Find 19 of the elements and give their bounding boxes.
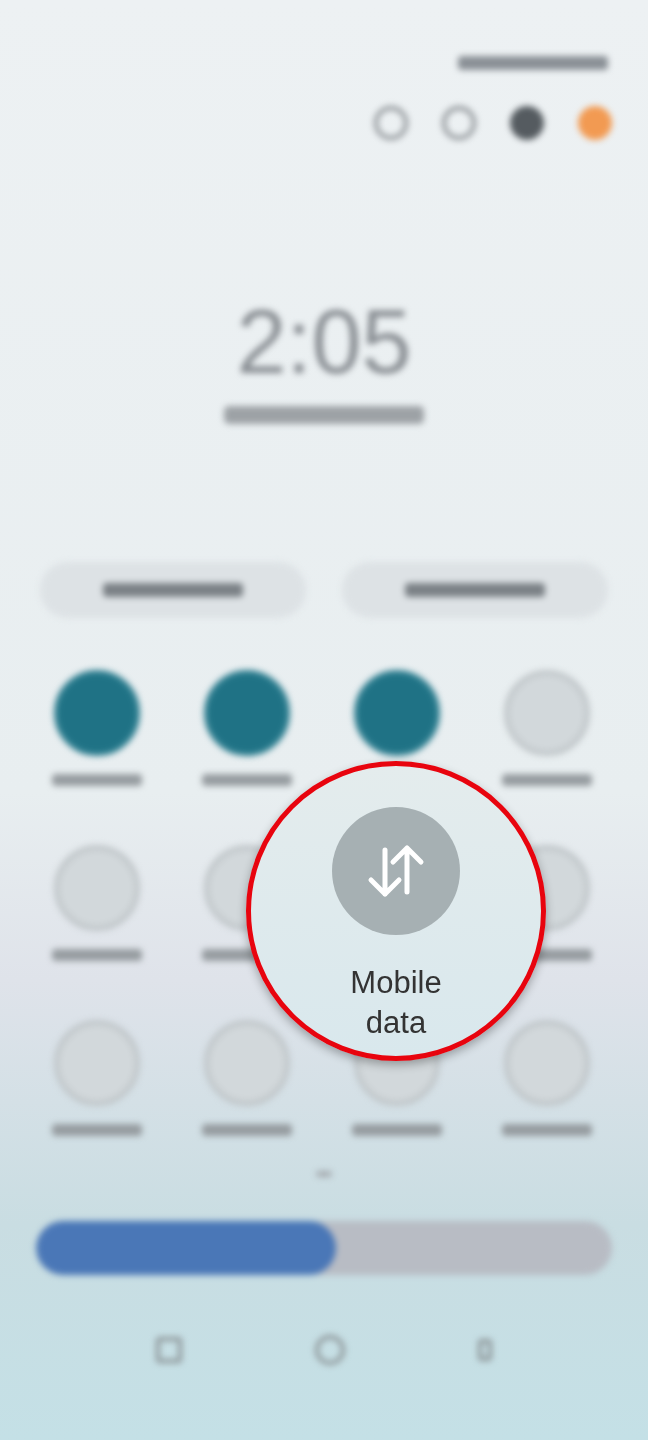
quick-tile[interactable] <box>54 845 140 931</box>
quick-tile[interactable] <box>54 670 140 756</box>
clock-time: 2:05 <box>235 292 413 392</box>
quick-tile[interactable] <box>54 1020 140 1106</box>
quick-tile[interactable] <box>354 670 440 756</box>
mobile-data-label: Mobile data <box>350 964 442 1042</box>
notification-icon[interactable] <box>578 106 612 140</box>
quick-tile[interactable] <box>504 670 590 756</box>
power-icon[interactable] <box>510 106 544 140</box>
quick-tile[interactable] <box>204 1020 290 1106</box>
brightness-slider[interactable] <box>36 1221 612 1275</box>
settings-icon[interactable] <box>442 106 476 140</box>
search-icon[interactable] <box>374 106 408 140</box>
home-icon[interactable] <box>315 1335 345 1365</box>
quick-tile[interactable] <box>204 670 290 756</box>
page-indicator <box>316 1171 332 1177</box>
back-icon[interactable] <box>477 1339 492 1361</box>
recents-icon[interactable] <box>156 1337 183 1363</box>
quick-tile[interactable] <box>504 1020 590 1106</box>
